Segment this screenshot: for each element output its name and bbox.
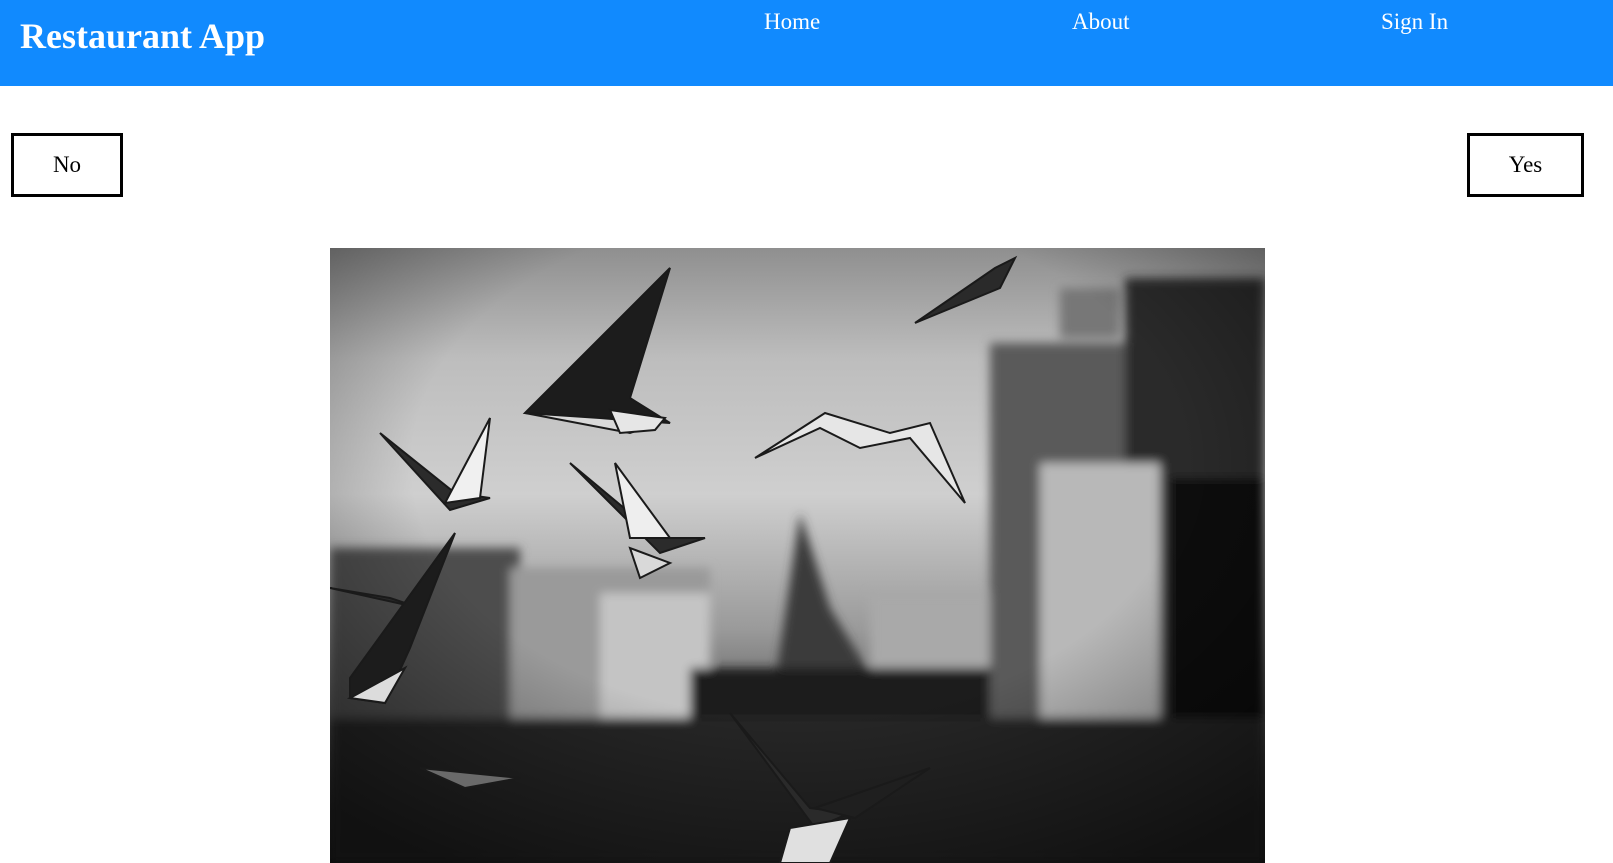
nav-link-about[interactable]: About <box>1072 8 1130 36</box>
nav-link-sign-in[interactable]: Sign In <box>1381 8 1448 36</box>
top-navbar: Restaurant App Home About Sign In <box>0 0 1613 86</box>
nav-link-home[interactable]: Home <box>764 8 820 36</box>
brand-title[interactable]: Restaurant App <box>20 14 265 58</box>
yes-button[interactable]: Yes <box>1467 133 1584 197</box>
seagulls-photo <box>330 248 1265 863</box>
no-button[interactable]: No <box>11 133 123 197</box>
